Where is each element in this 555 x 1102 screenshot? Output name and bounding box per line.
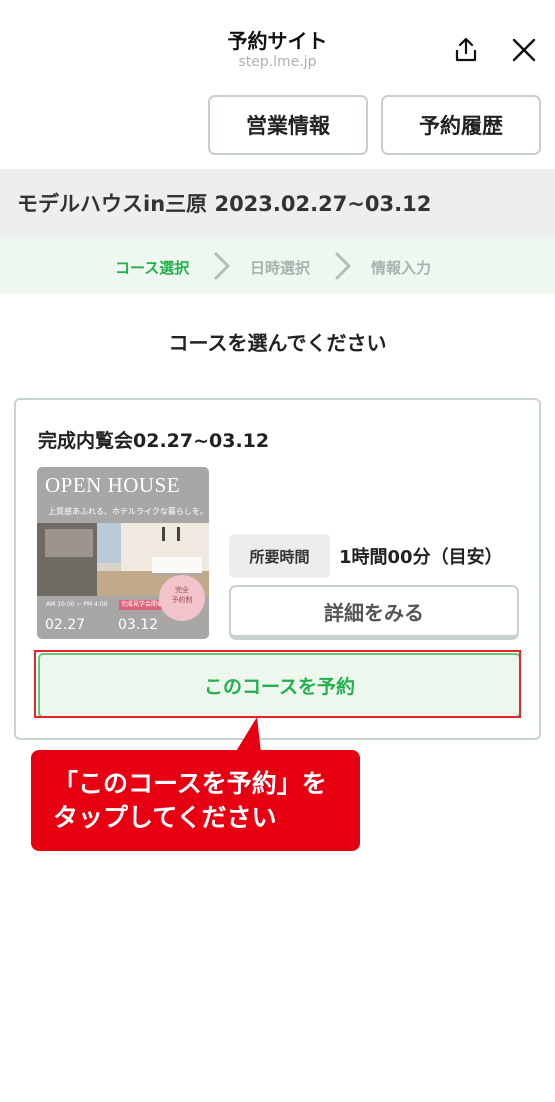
instruction-callout: 「このコースを予約」を タップしてください: [31, 750, 360, 851]
event-title: モデルハウスin三原 2023.02.27~03.12: [17, 192, 432, 216]
business-info-button[interactable]: 営業情報: [208, 95, 368, 155]
share-icon[interactable]: [452, 36, 480, 64]
step-info-input: 情報入力: [371, 259, 432, 277]
poster-hours: AM 10:00 ~ PM 4:00: [46, 601, 108, 608]
step-course-select: コース選択: [115, 259, 190, 277]
reserve-course-button[interactable]: このコースを予約: [38, 653, 521, 718]
callout-line-2: タップしてください: [53, 803, 277, 832]
course-poster-image: OPEN HOUSE 上質感あふれる、ホテルライクな暮らしを。 AM 10:00…: [37, 467, 209, 639]
course-title: 完成内覧会02.27~03.12: [38, 430, 270, 452]
callout-line-1: 「このコースを予約」を: [53, 769, 327, 798]
poster-badge: 完全 予約制: [159, 575, 205, 621]
view-details-button[interactable]: 詳細をみる: [229, 585, 519, 640]
chevron-right-icon: [335, 252, 351, 280]
poster-headline: OPEN HOUSE: [45, 473, 181, 497]
reservation-history-button[interactable]: 予約履歴: [381, 95, 541, 155]
close-icon[interactable]: [510, 36, 538, 64]
progress-steps: コース選択 日時選択 情報入力: [0, 237, 555, 294]
step-datetime-select: 日時選択: [250, 259, 311, 277]
poster-tag: 完成見学会開催: [119, 600, 165, 610]
event-title-band: モデルハウスin三原 2023.02.27~03.12: [0, 169, 555, 237]
poster-subline: 上質感あふれる、ホテルライクな暮らしを。: [48, 507, 208, 516]
header-bar: 予約サイト step.lme.jp: [0, 0, 555, 86]
chevron-right-icon: [214, 252, 230, 280]
section-title: コースを選んでください: [168, 331, 387, 355]
duration-value: 1時間00分（目安）: [339, 547, 503, 568]
course-card: 完成内覧会02.27~03.12 OPEN HOUSE 上質感あふれる、ホテルラ…: [14, 398, 541, 740]
poster-date-end: 03.12: [118, 617, 159, 633]
poster-date-start: 02.27: [45, 617, 86, 633]
duration-label: 所要時間: [229, 534, 330, 578]
callout-pointer: [235, 717, 261, 753]
